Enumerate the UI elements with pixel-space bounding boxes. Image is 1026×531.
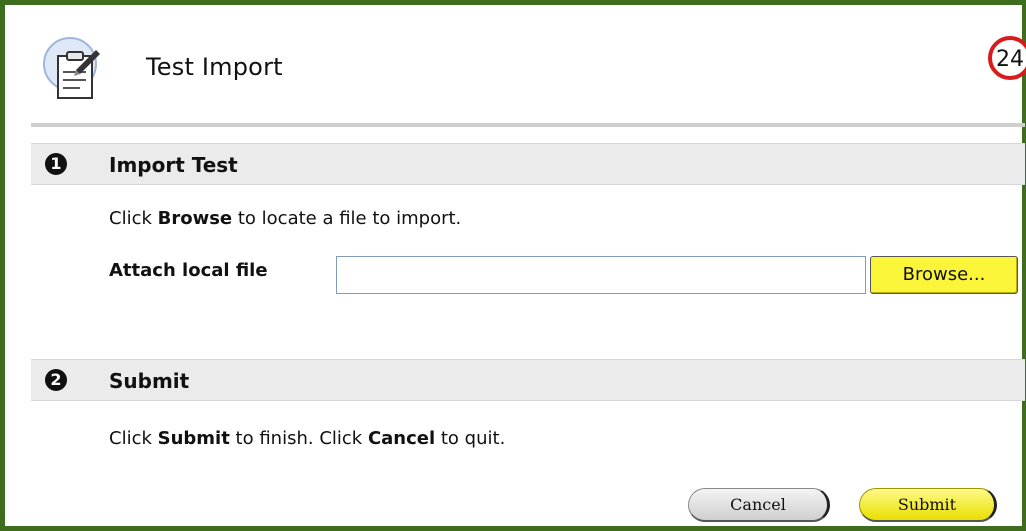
- dialog-frame: Test Import 24 1 Import Test Click Brows…: [0, 0, 1026, 531]
- import-instruction: Click Browse to locate a file to import.: [109, 208, 461, 229]
- file-path-input[interactable]: [336, 256, 866, 294]
- submit-button[interactable]: Submit: [859, 488, 997, 522]
- clipboard-pencil-icon: [43, 37, 100, 99]
- section-title-import-test: Import Test: [109, 153, 238, 177]
- instruction-text: to locate a file to import.: [232, 208, 462, 229]
- instruction-text: to quit.: [435, 428, 506, 449]
- section-header-import-test: 1 Import Test: [31, 143, 1025, 185]
- instruction-text: to finish. Click: [229, 428, 368, 449]
- page-header: Test Import 24: [10, 10, 1026, 120]
- section-title-submit: Submit: [109, 369, 190, 393]
- cancel-button[interactable]: Cancel: [688, 488, 830, 522]
- section-number-1: 1: [45, 153, 67, 175]
- header-divider: [31, 123, 1025, 127]
- page-title: Test Import: [146, 53, 283, 81]
- instruction-bold-browse: Browse: [157, 208, 233, 229]
- instruction-bold-submit: Submit: [157, 428, 230, 449]
- step-number-badge: 24: [988, 36, 1026, 80]
- attach-file-label: Attach local file: [109, 260, 268, 281]
- instruction-text: Click: [109, 208, 158, 229]
- step-number-text: 24: [996, 47, 1024, 72]
- instruction-bold-cancel: Cancel: [367, 428, 436, 449]
- submit-instruction: Click Submit to finish. Click Cancel to …: [109, 428, 505, 449]
- section-header-submit: 2 Submit: [31, 359, 1025, 401]
- section-number-2: 2: [45, 369, 67, 391]
- browse-button[interactable]: Browse...: [870, 256, 1018, 294]
- instruction-text: Click: [109, 428, 158, 449]
